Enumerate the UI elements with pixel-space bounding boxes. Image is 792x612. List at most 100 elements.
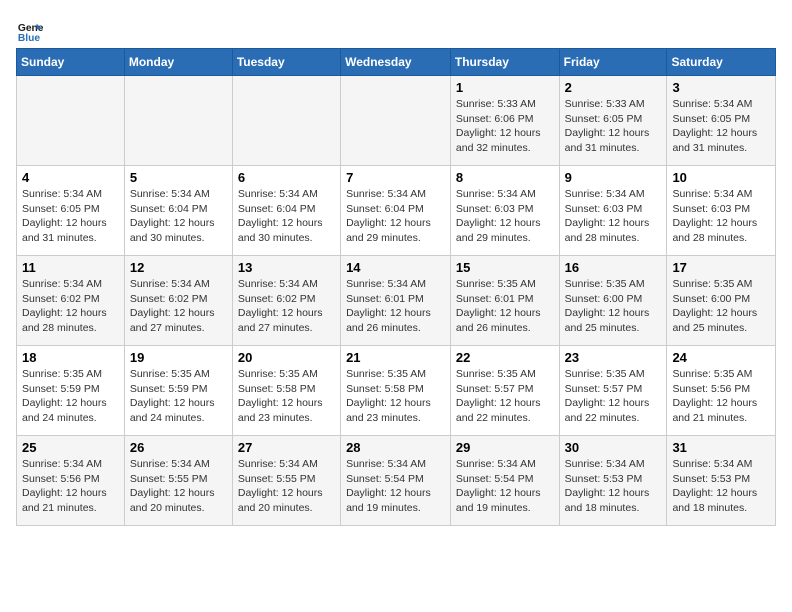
day-number: 30	[565, 440, 662, 455]
day-cell: 9 Sunrise: 5:34 AM Sunset: 6:03 PM Daylig…	[559, 166, 667, 256]
day-number: 31	[672, 440, 770, 455]
day-number: 15	[456, 260, 554, 275]
day-cell	[341, 76, 451, 166]
day-cell: 16 Sunrise: 5:35 AM Sunset: 6:00 PM Dayli…	[559, 256, 667, 346]
day-number: 10	[672, 170, 770, 185]
day-cell	[124, 76, 232, 166]
day-info: Sunrise: 5:35 AM Sunset: 5:59 PM Dayligh…	[22, 367, 119, 426]
day-info: Sunrise: 5:33 AM Sunset: 6:06 PM Dayligh…	[456, 97, 554, 156]
day-cell: 30 Sunrise: 5:34 AM Sunset: 5:53 PM Dayli…	[559, 436, 667, 526]
day-cell	[17, 76, 125, 166]
day-cell: 6Sunrise: 5:34 AM Sunset: 6:04 PM Daylig…	[232, 166, 340, 256]
weekday-header-sunday: Sunday	[17, 49, 125, 76]
logo: General Blue	[16, 16, 48, 44]
day-info: Sunrise: 5:34 AM Sunset: 6:01 PM Dayligh…	[346, 277, 445, 336]
day-info: Sunrise: 5:34 AM Sunset: 6:03 PM Dayligh…	[456, 187, 554, 246]
day-number: 18	[22, 350, 119, 365]
day-number: 16	[565, 260, 662, 275]
day-cell: 4 Sunrise: 5:34 AM Sunset: 6:05 PM Daylig…	[17, 166, 125, 256]
day-number: 19	[130, 350, 227, 365]
day-cell: 13 Sunrise: 5:34 AM Sunset: 6:02 PM Dayli…	[232, 256, 340, 346]
week-row-2: 4 Sunrise: 5:34 AM Sunset: 6:05 PM Daylig…	[17, 166, 776, 256]
day-info: Sunrise: 5:34 AM Sunset: 5:53 PM Dayligh…	[565, 457, 662, 516]
day-number: 1	[456, 80, 554, 95]
day-number: 12	[130, 260, 227, 275]
day-info: Sunrise: 5:34 AM Sunset: 5:56 PM Dayligh…	[22, 457, 119, 516]
day-info: Sunrise: 5:34 AM Sunset: 6:03 PM Dayligh…	[672, 187, 770, 246]
day-cell: 23 Sunrise: 5:35 AM Sunset: 5:57 PM Dayli…	[559, 346, 667, 436]
day-info: Sunrise: 5:35 AM Sunset: 5:58 PM Dayligh…	[238, 367, 335, 426]
day-number: 5	[130, 170, 227, 185]
week-row-4: 18 Sunrise: 5:35 AM Sunset: 5:59 PM Dayli…	[17, 346, 776, 436]
day-cell: 21Sunrise: 5:35 AM Sunset: 5:58 PM Dayli…	[341, 346, 451, 436]
day-cell: 29 Sunrise: 5:34 AM Sunset: 5:54 PM Dayli…	[450, 436, 559, 526]
day-info: Sunrise: 5:34 AM Sunset: 6:05 PM Dayligh…	[22, 187, 119, 246]
day-number: 2	[565, 80, 662, 95]
day-number: 17	[672, 260, 770, 275]
day-info: Sunrise: 5:34 AM Sunset: 6:02 PM Dayligh…	[22, 277, 119, 336]
day-number: 8	[456, 170, 554, 185]
day-info: Sunrise: 5:35 AM Sunset: 6:00 PM Dayligh…	[565, 277, 662, 336]
day-cell: 24 Sunrise: 5:35 AM Sunset: 5:56 PM Dayli…	[667, 346, 776, 436]
day-number: 20	[238, 350, 335, 365]
day-info: Sunrise: 5:35 AM Sunset: 5:59 PM Dayligh…	[130, 367, 227, 426]
day-number: 26	[130, 440, 227, 455]
weekday-header-monday: Monday	[124, 49, 232, 76]
day-cell: 18 Sunrise: 5:35 AM Sunset: 5:59 PM Dayli…	[17, 346, 125, 436]
day-cell: 1 Sunrise: 5:33 AM Sunset: 6:06 PM Daylig…	[450, 76, 559, 166]
logo-icon: General Blue	[16, 16, 44, 44]
day-info: Sunrise: 5:35 AM Sunset: 5:58 PM Dayligh…	[346, 367, 445, 426]
day-cell: 22Sunrise: 5:35 AM Sunset: 5:57 PM Dayli…	[450, 346, 559, 436]
day-number: 9	[565, 170, 662, 185]
day-info: Sunrise: 5:33 AM Sunset: 6:05 PM Dayligh…	[565, 97, 662, 156]
weekday-header-wednesday: Wednesday	[341, 49, 451, 76]
day-cell: 14 Sunrise: 5:34 AM Sunset: 6:01 PM Dayli…	[341, 256, 451, 346]
day-cell: 5 Sunrise: 5:34 AM Sunset: 6:04 PM Daylig…	[124, 166, 232, 256]
day-info: Sunrise: 5:34 AM Sunset: 6:02 PM Dayligh…	[238, 277, 335, 336]
day-number: 13	[238, 260, 335, 275]
day-info: Sunrise: 5:35 AM Sunset: 5:57 PM Dayligh…	[456, 367, 554, 426]
day-cell: 28Sunrise: 5:34 AM Sunset: 5:54 PM Dayli…	[341, 436, 451, 526]
day-cell: 12 Sunrise: 5:34 AM Sunset: 6:02 PM Dayli…	[124, 256, 232, 346]
weekday-header-row: SundayMondayTuesdayWednesdayThursdayFrid…	[17, 49, 776, 76]
day-info: Sunrise: 5:35 AM Sunset: 5:57 PM Dayligh…	[565, 367, 662, 426]
day-cell: 31 Sunrise: 5:34 AM Sunset: 5:53 PM Dayli…	[667, 436, 776, 526]
day-info: Sunrise: 5:35 AM Sunset: 5:56 PM Dayligh…	[672, 367, 770, 426]
day-info: Sunrise: 5:34 AM Sunset: 5:54 PM Dayligh…	[346, 457, 445, 516]
day-cell: 2 Sunrise: 5:33 AM Sunset: 6:05 PM Daylig…	[559, 76, 667, 166]
day-cell: 19 Sunrise: 5:35 AM Sunset: 5:59 PM Dayli…	[124, 346, 232, 436]
weekday-header-saturday: Saturday	[667, 49, 776, 76]
day-info: Sunrise: 5:34 AM Sunset: 6:04 PM Dayligh…	[346, 187, 445, 246]
page-header: General Blue	[16, 16, 776, 44]
calendar-table: SundayMondayTuesdayWednesdayThursdayFrid…	[16, 48, 776, 526]
day-info: Sunrise: 5:34 AM Sunset: 6:05 PM Dayligh…	[672, 97, 770, 156]
day-cell: 17Sunrise: 5:35 AM Sunset: 6:00 PM Dayli…	[667, 256, 776, 346]
day-number: 3	[672, 80, 770, 95]
day-number: 14	[346, 260, 445, 275]
day-cell: 3 Sunrise: 5:34 AM Sunset: 6:05 PM Daylig…	[667, 76, 776, 166]
weekday-header-tuesday: Tuesday	[232, 49, 340, 76]
day-info: Sunrise: 5:34 AM Sunset: 6:03 PM Dayligh…	[565, 187, 662, 246]
day-cell: 11Sunrise: 5:34 AM Sunset: 6:02 PM Dayli…	[17, 256, 125, 346]
day-number: 24	[672, 350, 770, 365]
day-cell: 20 Sunrise: 5:35 AM Sunset: 5:58 PM Dayli…	[232, 346, 340, 436]
weekday-header-friday: Friday	[559, 49, 667, 76]
day-info: Sunrise: 5:34 AM Sunset: 5:54 PM Dayligh…	[456, 457, 554, 516]
day-cell: 7Sunrise: 5:34 AM Sunset: 6:04 PM Daylig…	[341, 166, 451, 256]
day-cell: 26Sunrise: 5:34 AM Sunset: 5:55 PM Dayli…	[124, 436, 232, 526]
day-cell: 8 Sunrise: 5:34 AM Sunset: 6:03 PM Daylig…	[450, 166, 559, 256]
day-cell: 10 Sunrise: 5:34 AM Sunset: 6:03 PM Dayli…	[667, 166, 776, 256]
day-info: Sunrise: 5:34 AM Sunset: 6:02 PM Dayligh…	[130, 277, 227, 336]
day-info: Sunrise: 5:34 AM Sunset: 6:04 PM Dayligh…	[130, 187, 227, 246]
weekday-header-thursday: Thursday	[450, 49, 559, 76]
svg-text:Blue: Blue	[18, 33, 41, 44]
week-row-3: 11Sunrise: 5:34 AM Sunset: 6:02 PM Dayli…	[17, 256, 776, 346]
day-number: 4	[22, 170, 119, 185]
day-info: Sunrise: 5:34 AM Sunset: 5:55 PM Dayligh…	[238, 457, 335, 516]
day-number: 23	[565, 350, 662, 365]
day-cell: 15Sunrise: 5:35 AM Sunset: 6:01 PM Dayli…	[450, 256, 559, 346]
day-info: Sunrise: 5:34 AM Sunset: 6:04 PM Dayligh…	[238, 187, 335, 246]
day-info: Sunrise: 5:34 AM Sunset: 5:53 PM Dayligh…	[672, 457, 770, 516]
day-number: 25	[22, 440, 119, 455]
day-number: 29	[456, 440, 554, 455]
